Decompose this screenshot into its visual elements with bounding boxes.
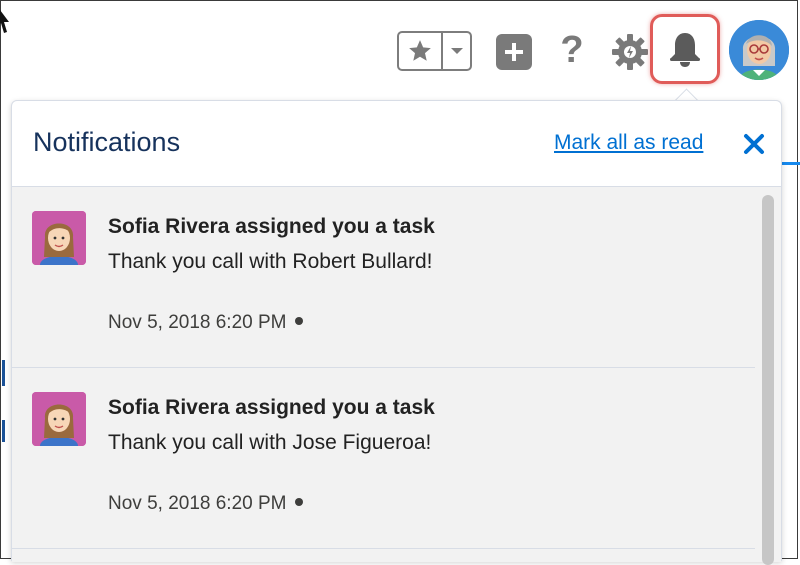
- notification-title: Sofia Rivera assigned you a task: [108, 396, 435, 419]
- close-icon: [744, 134, 764, 154]
- question-mark-icon: ?: [560, 28, 584, 71]
- user-avatar-icon: [32, 392, 86, 446]
- notification-title: Sofia Rivera assigned you a task: [108, 215, 435, 238]
- panel-title: Notifications: [33, 127, 181, 157]
- favorites-button-group: [397, 31, 472, 71]
- notification-list: Sofia Rivera assigned you a task Thank y…: [12, 187, 755, 562]
- notifications-panel: Notifications Mark all as read Sofia Riv…: [11, 100, 782, 565]
- notification-item[interactable]: Sofia Rivera assigned you a task Thank y…: [12, 187, 755, 368]
- unread-dot-icon: [294, 316, 303, 325]
- notification-item[interactable]: Sofia Rivera assigned you a task Thank y…: [12, 368, 755, 549]
- user-avatar-icon: [32, 211, 86, 265]
- user-avatar: [32, 211, 86, 265]
- star-icon: [409, 40, 431, 61]
- notification-timestamp: Nov 5, 2018 6:20 PM: [108, 493, 287, 514]
- notification-scrollbar[interactable]: [755, 187, 781, 565]
- scrollbar-thumb[interactable]: [762, 195, 774, 565]
- background-page-marker: [2, 360, 5, 386]
- favorites-button[interactable]: [399, 33, 443, 69]
- notification-timestamp: Nov 5, 2018 6:20 PM: [108, 312, 287, 333]
- close-button[interactable]: [739, 129, 769, 159]
- bell-icon: [670, 33, 700, 67]
- notification-timestamp-row: Nov 5, 2018 6:20 PM: [108, 312, 303, 334]
- setup-button[interactable]: [609, 31, 651, 73]
- avatar: [729, 20, 789, 80]
- background-tab-underline: [782, 162, 800, 165]
- background-page-marker: [2, 420, 5, 442]
- help-button[interactable]: ?: [555, 28, 589, 72]
- gear-icon: [612, 34, 648, 70]
- favorites-menu-button[interactable]: [443, 33, 470, 69]
- mark-all-read-link[interactable]: Mark all as read: [554, 131, 703, 155]
- notification-body: Thank you call with Jose Figueroa!: [108, 431, 432, 454]
- chevron-down-icon: [450, 48, 463, 54]
- notification-body: Thank you call with Robert Bullard!: [108, 250, 433, 273]
- user-profile-button[interactable]: [729, 20, 789, 80]
- global-header-icons: ?: [0, 0, 800, 100]
- unread-dot-icon: [294, 497, 303, 506]
- plus-icon: [505, 43, 523, 61]
- user-avatar: [32, 392, 86, 446]
- panel-header: Notifications Mark all as read: [12, 101, 781, 187]
- notification-timestamp-row: Nov 5, 2018 6:20 PM: [108, 493, 303, 515]
- global-actions-button[interactable]: [496, 34, 532, 70]
- notifications-button[interactable]: [650, 14, 720, 84]
